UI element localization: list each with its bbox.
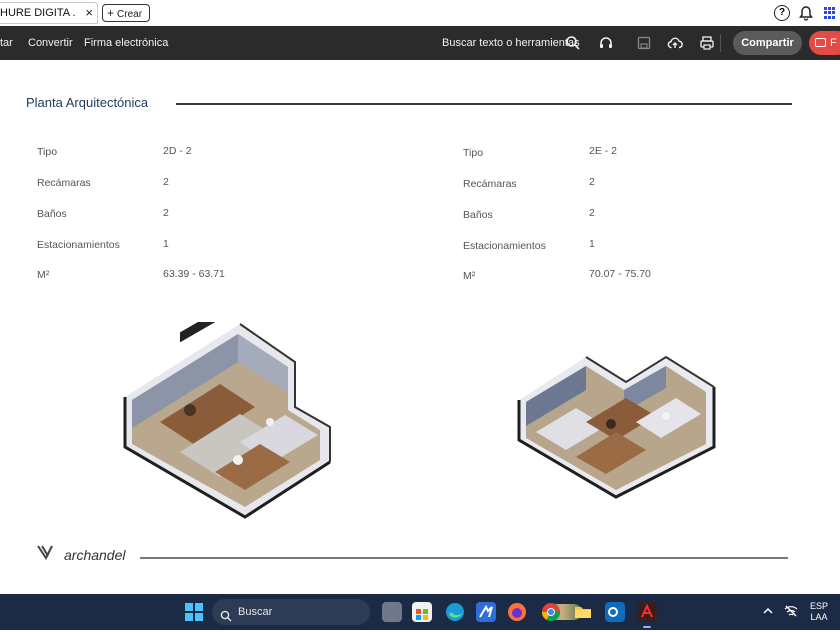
create-button[interactable]: + Crear	[102, 4, 150, 22]
spec-label-recamaras: Recámaras	[37, 177, 91, 189]
acrobat-icon[interactable]	[637, 602, 657, 622]
document-tab[interactable]: HURE DIGITA ... ×	[0, 2, 98, 24]
upload-icon[interactable]	[667, 35, 683, 51]
spec-label-banos: Baños	[37, 208, 67, 220]
chevron-up-icon[interactable]	[762, 605, 774, 619]
search-icon[interactable]	[565, 35, 581, 51]
floor-plan-2d-2	[123, 322, 331, 519]
title-bar: HURE DIGITA ... × + Crear ?	[0, 0, 840, 26]
spec-value-estacionamientos: 1	[589, 238, 595, 250]
spec-value-m2: 70.07 - 75.70	[589, 268, 651, 280]
plus-icon: +	[107, 6, 115, 20]
active-app-indicator	[643, 626, 651, 628]
spec-label-estacionamientos: Estacionamientos	[37, 239, 120, 251]
spec-label-recamaras: Recámaras	[463, 178, 517, 190]
toolbar-search[interactable]: Buscar texto o herramientas	[442, 26, 580, 60]
spec-value-m2: 63.39 - 63.71	[163, 268, 225, 280]
spec-label-m2: M²	[37, 269, 50, 281]
spec-value-recamaras: 2	[589, 176, 595, 188]
spec-label-tipo: Tipo	[463, 147, 484, 159]
toolbar-item-sign[interactable]: Firma electrónica	[84, 26, 168, 60]
create-label: Crear	[117, 9, 143, 20]
red-button-label: F	[830, 37, 837, 49]
headphones-icon[interactable]	[598, 35, 614, 51]
network-off-icon[interactable]	[784, 604, 798, 620]
language-line-1: ESP	[809, 601, 828, 611]
floor-plan-2e-2	[517, 355, 716, 499]
folder-icon[interactable]	[573, 602, 593, 622]
spec-label-estacionamientos: Estacionamientos	[463, 240, 546, 252]
main-toolbar: tar Convertir Firma electrónica Buscar t…	[0, 26, 840, 60]
spec-value-estacionamientos: 1	[163, 238, 169, 250]
spec-value-tipo: 2E - 2	[589, 145, 618, 157]
toolbar-divider	[720, 34, 721, 52]
search-icon	[220, 606, 232, 622]
spec-value-recamaras: 2	[163, 176, 169, 188]
windows-icon[interactable]	[185, 603, 203, 621]
spec-label-m2: M²	[463, 270, 476, 282]
app-icon[interactable]	[476, 602, 496, 622]
archandel-logo: archandel	[36, 542, 136, 564]
task-view-icon[interactable]	[382, 602, 402, 622]
store-icon[interactable]	[412, 602, 432, 622]
toolbar-item-truncated[interactable]: tar	[0, 26, 13, 60]
comment-icon	[815, 38, 826, 47]
footer-divider	[140, 557, 788, 559]
spec-value-banos: 2	[589, 207, 595, 219]
close-tab-icon[interactable]: ×	[85, 3, 93, 23]
red-action-button[interactable]: F	[809, 31, 840, 55]
section-divider	[176, 103, 792, 105]
toolbar-item-convert[interactable]: Convertir	[28, 26, 73, 60]
logo-wordmark: archandel	[64, 547, 126, 563]
spec-label-banos: Baños	[463, 209, 493, 221]
save-icon[interactable]	[636, 35, 652, 51]
firefox-icon[interactable]	[507, 602, 527, 622]
language-indicator[interactable]: ESP LAA	[808, 601, 830, 623]
section-title: Planta Arquitectónica	[26, 95, 149, 110]
windows-taskbar: Buscar ESP LAA	[0, 594, 840, 630]
taskbar-search-placeholder: Buscar	[238, 606, 273, 618]
tab-title: HURE DIGITA ...	[0, 7, 76, 19]
spec-value-tipo: 2D - 2	[163, 145, 192, 157]
taskbar-search-input[interactable]: Buscar	[212, 599, 582, 625]
spec-label-tipo: Tipo	[37, 146, 58, 158]
outlook-icon[interactable]	[605, 602, 625, 622]
print-icon[interactable]	[699, 35, 715, 51]
share-button[interactable]: Compartir	[733, 31, 802, 55]
document-page: Planta Arquitectónica Tipo 2D - 2 Recáma…	[0, 60, 840, 594]
apps-grid-icon[interactable]	[822, 5, 838, 21]
spec-value-banos: 2	[163, 207, 169, 219]
chrome-icon[interactable]	[541, 602, 561, 622]
bell-icon[interactable]	[798, 5, 814, 21]
language-line-2: LAA	[810, 612, 828, 622]
edge-icon[interactable]	[445, 602, 465, 622]
help-icon[interactable]: ?	[774, 5, 790, 21]
